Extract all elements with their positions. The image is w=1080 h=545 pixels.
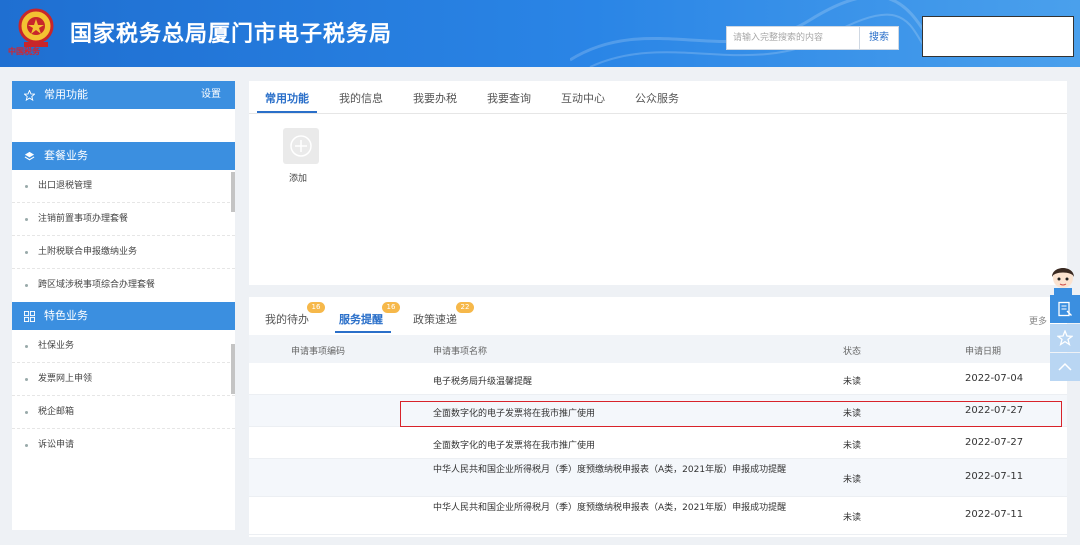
feature-business-header: 特色业务 <box>12 302 235 330</box>
row-name: 电子税务局升级温馨提醒 <box>433 377 533 387</box>
col-name: 申请事项名称 <box>433 347 488 357</box>
back-to-top-button[interactable] <box>1050 353 1080 381</box>
sidebar-item[interactable]: 社保业务 <box>12 330 235 363</box>
function-panel: 常用功能 我的信息 我要办税 我要查询 互动中心 公众服务 添加 <box>249 81 1067 285</box>
tab-common[interactable]: 常用功能 <box>265 90 309 106</box>
left-panel: 常用功能 设置 套餐业务 出口退税管理 注销前置事项办理套餐 土附税联合申报缴纳… <box>12 81 235 530</box>
layers-icon <box>24 151 35 161</box>
common-functions-body <box>12 109 235 142</box>
search-button[interactable]: 搜索 <box>859 26 899 50</box>
row-status: 未读 <box>843 441 862 451</box>
tab-tax-handling[interactable]: 我要办税 <box>413 90 457 106</box>
highlight-annotation <box>400 401 1062 427</box>
table-row[interactable]: 全面数字化的电子发票将在我市推广使用 未读 2022-07-27 <box>249 427 1067 459</box>
tab-active-underline <box>257 111 317 113</box>
sidebar-item[interactable]: 土附税联合申报缴纳业务 <box>12 236 235 269</box>
row-date: 2022-07-11 <box>965 471 1024 482</box>
row-status: 未读 <box>843 377 862 387</box>
row-name: 全面数字化的电子发票将在我市推广使用 <box>433 441 596 451</box>
row-status: 未读 <box>843 475 862 485</box>
table-row[interactable]: 中华人民共和国企业所得税月（季）度预缴纳税申报表（A类，2021年版）申报成功提… <box>249 459 1067 497</box>
tab-service-reminder[interactable]: 服务提醒 <box>339 311 383 327</box>
col-status: 状态 <box>843 347 862 357</box>
favorite-button[interactable] <box>1050 324 1080 352</box>
document-button[interactable] <box>1050 295 1080 323</box>
plus-icon <box>290 135 312 157</box>
sidebar-item[interactable]: 注销前置事项办理套餐 <box>12 203 235 236</box>
tab-interaction[interactable]: 互动中心 <box>561 90 605 106</box>
site-title: 国家税务总局厦门市电子税务局 <box>70 22 393 47</box>
more-link[interactable]: 更多 <box>1029 314 1047 327</box>
policy-badge: 22 <box>456 302 474 313</box>
tab-policy-express[interactable]: 政策速递 <box>413 311 457 327</box>
sidebar-item[interactable]: 跨区域涉税事项综合办理套餐 <box>12 269 235 302</box>
floating-toolbar <box>1050 295 1080 382</box>
add-function-label: 添加 <box>289 174 308 184</box>
site-header: 中国税务 国家税务总局厦门市电子税务局 请输入完整搜索的内容 搜索 <box>0 0 1080 67</box>
bottom-tab-active-underline <box>335 331 391 333</box>
row-status: 未读 <box>843 513 862 523</box>
row-name: 中华人民共和国企业所得税月（季）度预缴纳税申报表（A类，2021年版）申报成功提… <box>433 503 787 513</box>
tab-my-info[interactable]: 我的信息 <box>339 90 383 106</box>
tab-public-service[interactable]: 公众服务 <box>635 90 679 106</box>
common-functions-title: 常用功能 <box>44 88 88 101</box>
grid-icon <box>24 311 35 322</box>
common-functions-header: 常用功能 设置 <box>12 81 235 109</box>
sidebar-item[interactable]: 出口退税管理 <box>12 170 235 203</box>
row-name: 中华人民共和国企业所得税月（季）度预缴纳税申报表（A类，2021年版）申报成功提… <box>433 465 787 475</box>
sidebar-item[interactable]: 税企邮箱 <box>12 396 235 429</box>
package-business-title: 套餐业务 <box>44 149 88 162</box>
feature-business-list: 社保业务 发票网上申领 税企邮箱 诉讼申请 <box>12 330 235 530</box>
tab-query[interactable]: 我要查询 <box>487 90 531 106</box>
avatar-icon[interactable] <box>1048 263 1078 295</box>
todo-badge: 16 <box>307 302 325 313</box>
star-icon <box>1057 330 1073 346</box>
table-header: 申请事项编码 申请事项名称 状态 申请日期 <box>249 335 1067 363</box>
reminder-badge: 16 <box>382 302 400 313</box>
table-row[interactable]: 中华人民共和国企业所得税月（季）度预缴纳税申报表（A类，2021年版）申报成功提… <box>249 497 1067 535</box>
col-date: 申请日期 <box>965 347 1002 357</box>
tab-my-todo[interactable]: 我的待办 <box>265 311 309 327</box>
package-list-scrollbar[interactable] <box>231 172 235 212</box>
table-row[interactable]: 电子税务局升级温馨提醒 未读 2022-07-04 <box>249 363 1067 395</box>
feature-business-title: 特色业务 <box>44 309 88 322</box>
sidebar-item[interactable]: 发票网上申领 <box>12 363 235 396</box>
setting-link[interactable]: 设置 <box>201 81 221 109</box>
document-icon <box>1058 301 1072 317</box>
col-code: 申请事项编码 <box>291 347 346 357</box>
row-date: 2022-07-04 <box>965 373 1024 384</box>
search-input[interactable]: 请输入完整搜索的内容 <box>726 26 859 50</box>
logo-text: 中国税务 <box>8 47 40 56</box>
user-info-redacted <box>922 16 1074 57</box>
row-date: 2022-07-11 <box>965 509 1024 520</box>
package-business-header: 套餐业务 <box>12 142 235 170</box>
add-function-button[interactable] <box>283 128 319 164</box>
star-icon <box>24 90 35 101</box>
row-date: 2022-07-27 <box>965 437 1024 448</box>
chevron-up-icon <box>1058 362 1072 371</box>
sidebar-item[interactable]: 诉讼申请 <box>12 429 235 462</box>
feature-list-scrollbar[interactable] <box>231 344 235 394</box>
package-business-list: 出口退税管理 注销前置事项办理套餐 土附税联合申报缴纳业务 跨区域涉税事项综合办… <box>12 170 235 302</box>
top-tabs: 常用功能 我的信息 我要办税 我要查询 互动中心 公众服务 <box>249 81 1067 114</box>
